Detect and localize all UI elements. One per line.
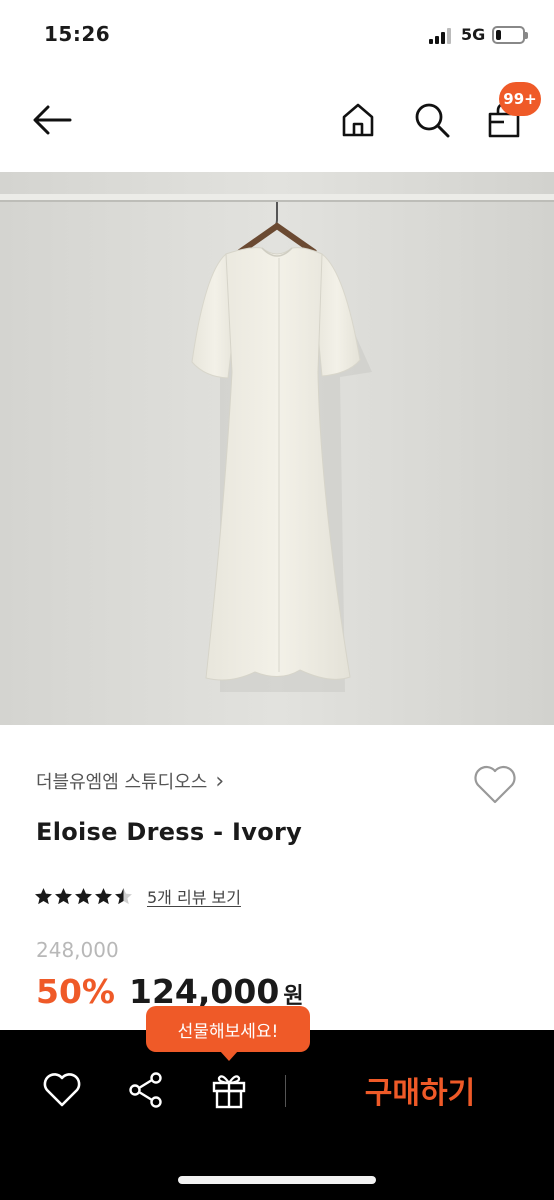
battery-level [496, 30, 501, 40]
search-icon [415, 103, 450, 138]
home-indicator [178, 1176, 376, 1184]
brand-name: 더블유엠엠 스튜디오스 [36, 772, 208, 793]
rating-stars [34, 887, 133, 905]
gift-tooltip[interactable]: 선물해보세요! [146, 1006, 310, 1061]
brand-link[interactable]: 더블유엠엠 스튜디오스 › [36, 768, 224, 794]
product-image[interactable] [0, 172, 554, 725]
bar-divider [285, 1075, 286, 1107]
share-icon [129, 1072, 162, 1108]
original-price: 248,000 [36, 938, 119, 962]
app-header [0, 70, 554, 170]
share-button[interactable] [124, 1068, 168, 1112]
wishlist-bar-button[interactable] [40, 1068, 84, 1112]
review-link[interactable]: 5개 리뷰 보기 [147, 884, 241, 908]
network-label: 5G [461, 25, 486, 44]
rating-row: 5개 리뷰 보기 [34, 884, 241, 908]
status-time: 15:26 [44, 22, 111, 46]
gift-icon [212, 1075, 246, 1109]
back-button[interactable] [28, 96, 76, 144]
star-icon [35, 888, 52, 905]
chevron-right-icon: › [215, 768, 225, 794]
home-button[interactable] [336, 96, 380, 144]
product-title: Eloise Dress - Ivory [36, 818, 303, 846]
star-icon [95, 888, 112, 905]
star-icon [55, 888, 72, 905]
buy-button[interactable]: 구매하기 [300, 1058, 540, 1122]
arrow-left-icon [33, 105, 72, 135]
wishlist-button[interactable] [470, 762, 520, 808]
discount-rate: 50% [36, 972, 115, 1011]
heart-outline-icon [474, 765, 516, 804]
battery-icon [492, 26, 528, 44]
star-icon [115, 888, 132, 905]
bottom-action-bar: 구매하기 [0, 1030, 554, 1200]
search-button[interactable] [410, 96, 454, 144]
status-bar: 15:26 5G [0, 0, 554, 70]
signal-icon [429, 28, 455, 44]
gift-button[interactable] [207, 1068, 251, 1112]
star-icon [75, 888, 92, 905]
cart-count-badge: 99+ [499, 82, 541, 116]
home-icon [342, 103, 374, 137]
dress-photo [0, 172, 554, 725]
heart-icon [43, 1073, 81, 1107]
